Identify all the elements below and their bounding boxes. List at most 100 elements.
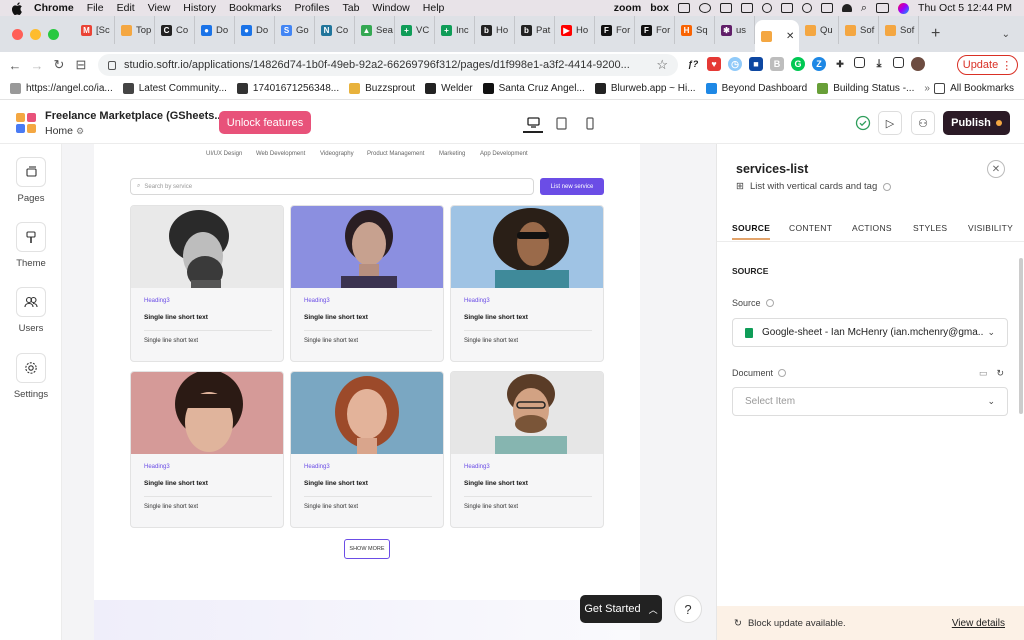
download-icon[interactable]: ⤓ — [872, 57, 886, 71]
mobile-view-icon[interactable] — [580, 113, 600, 133]
browser-tab[interactable]: Qu — [799, 16, 839, 44]
pocket-extension-icon[interactable]: ♥ — [707, 57, 721, 71]
chrome-update-button[interactable]: Update ⋮ — [957, 55, 1018, 75]
category-link[interactable]: Videography — [320, 151, 354, 157]
browser-tab[interactable]: Sof — [839, 16, 879, 44]
menu-history[interactable]: History — [183, 2, 216, 14]
box-extension-icon[interactable]: B — [770, 57, 784, 71]
formula-extension-icon[interactable]: ƒ? — [686, 57, 700, 71]
reload-button[interactable]: ↻ — [48, 57, 70, 73]
browser-tab[interactable]: b Pat — [515, 16, 555, 44]
apple-icon[interactable] — [10, 1, 24, 15]
camera-icon[interactable] — [719, 3, 732, 13]
browser-tab[interactable]: ● Do — [195, 16, 235, 44]
tab-icon[interactable] — [893, 57, 904, 68]
category-link[interactable]: Marketing — [439, 151, 465, 157]
bookmark-star-icon[interactable]: ☆ — [656, 57, 668, 73]
browser-tab[interactable]: S Go — [275, 16, 315, 44]
sidebar-item-users[interactable]: Users — [0, 287, 62, 334]
category-link[interactable]: App Development — [480, 151, 528, 157]
url-bar[interactable]: studio.softr.io/applications/14826d74-1b… — [98, 54, 678, 76]
tablet-view-icon[interactable] — [551, 113, 571, 133]
browser-tab[interactable]: b Ho — [475, 16, 515, 44]
browser-tab[interactable]: C Co — [155, 16, 195, 44]
tab-styles[interactable]: STYLES — [913, 223, 947, 233]
sidebar-item-theme[interactable]: Theme — [0, 222, 62, 269]
menu-window[interactable]: Window — [372, 2, 409, 14]
add-collaborator-icon[interactable]: ⚇ — [911, 111, 935, 135]
grammarly-extension-icon[interactable]: G — [791, 57, 805, 71]
browser-tab[interactable]: F For — [595, 16, 635, 44]
clock-icon[interactable] — [761, 3, 772, 13]
timer-extension-icon[interactable]: ◷ — [728, 57, 742, 71]
forward-button[interactable]: → — [26, 58, 48, 73]
all-bookmarks-button[interactable]: All Bookmarks — [934, 83, 1014, 94]
browser-tab[interactable]: ▲ Sea — [355, 16, 395, 44]
sidebar-item-settings[interactable]: Settings — [0, 353, 62, 400]
maximize-window-button[interactable] — [48, 28, 59, 40]
preview-play-icon[interactable]: ▷ — [878, 111, 902, 135]
service-card[interactable]: Heading3 Single line short text Single l… — [130, 371, 284, 528]
back-button[interactable]: ← — [4, 58, 26, 73]
page-selector[interactable]: Home ⚙ — [45, 125, 84, 137]
status-icon[interactable] — [677, 3, 690, 13]
browser-tab[interactable]: ▶ Ho — [555, 16, 595, 44]
category-link[interactable]: Product Management — [367, 151, 424, 157]
bookmark-item[interactable]: 17401671256348... — [236, 83, 339, 94]
zoom-status[interactable]: zoom — [614, 2, 641, 14]
list-new-service-button[interactable]: List new service — [540, 178, 604, 195]
browser-tab[interactable]: Sof — [879, 16, 919, 44]
play-icon[interactable] — [801, 3, 812, 13]
siri-icon[interactable] — [898, 2, 910, 14]
saved-check-icon[interactable] — [851, 111, 875, 135]
box-status[interactable]: box — [650, 2, 669, 14]
cube-extension-icon[interactable]: ■ — [749, 57, 763, 71]
tab-actions[interactable]: ACTIONS — [852, 223, 892, 233]
view-details-link[interactable]: View details — [952, 618, 1005, 629]
info-icon[interactable] — [883, 182, 892, 191]
profile-avatar[interactable] — [911, 57, 925, 71]
site-chevron-icon[interactable]: ⌄ — [197, 110, 205, 121]
softr-logo-icon[interactable] — [16, 113, 36, 133]
info-icon[interactable] — [765, 299, 774, 307]
browser-tab[interactable]: F For — [635, 16, 675, 44]
browser-tab[interactable]: ✱ us — [715, 16, 755, 44]
refresh-icon[interactable]: ↻ — [997, 368, 1005, 379]
control-center-icon[interactable] — [876, 3, 890, 13]
puzzle-extension-icon[interactable]: ✚ — [833, 57, 847, 71]
browser-tab[interactable]: M [Sc — [75, 16, 115, 44]
unlock-features-button[interactable]: Unlock features — [219, 111, 311, 134]
bookmark-item[interactable]: https://angel.co/ia... — [10, 83, 113, 94]
browser-tab[interactable]: + VC — [395, 16, 435, 44]
get-started-button[interactable]: Get Started ︿ — [580, 595, 662, 623]
tab-visibility[interactable]: VISIBILITY — [968, 223, 1013, 233]
browser-tab[interactable]: ✕ — [755, 20, 799, 52]
wifi-icon[interactable] — [841, 4, 852, 12]
show-more-button[interactable]: SHOW MORE — [344, 539, 390, 559]
document-select[interactable]: Select Item ⌄ — [732, 387, 1008, 416]
browser-tab[interactable]: H Sq — [675, 16, 715, 44]
new-tab-button[interactable]: + — [931, 25, 940, 43]
service-search-input[interactable]: ⌕ Search by service — [130, 178, 534, 195]
bookmark-item[interactable]: Beyond Dashboard — [705, 83, 807, 94]
bookmark-item[interactable]: Buzzsprout — [349, 83, 415, 94]
menu-file[interactable]: File — [87, 2, 104, 14]
panel-scrollbar[interactable] — [1019, 258, 1023, 414]
info-icon[interactable] — [778, 369, 787, 377]
service-card[interactable]: Heading3 Single line short text Single l… — [290, 205, 444, 362]
page-settings-icon[interactable]: ⚙ — [76, 126, 84, 136]
browser-tab[interactable]: N Co — [315, 16, 355, 44]
sidebar-item-pages[interactable]: Pages — [0, 157, 62, 204]
z-extension-icon[interactable]: Z — [812, 57, 826, 71]
service-card[interactable]: Heading3 Single line short text Single l… — [450, 205, 604, 362]
service-card[interactable]: Heading3 Single line short text Single l… — [450, 371, 604, 528]
bookmark-item[interactable]: Latest Community... — [122, 83, 227, 94]
menu-app-name[interactable]: Chrome — [34, 2, 74, 14]
service-card[interactable]: Heading3 Single line short text Single l… — [130, 205, 284, 362]
source-select[interactable]: Google-sheet - Ian McHenry (ian.mchenry@… — [732, 318, 1008, 347]
browser-tab[interactable]: ● Do — [235, 16, 275, 44]
minimize-window-button[interactable] — [30, 28, 41, 40]
category-link[interactable]: UI/UX Design — [206, 151, 242, 157]
lock-icon[interactable] — [780, 3, 793, 13]
close-icon[interactable]: ✕ — [987, 160, 1005, 178]
